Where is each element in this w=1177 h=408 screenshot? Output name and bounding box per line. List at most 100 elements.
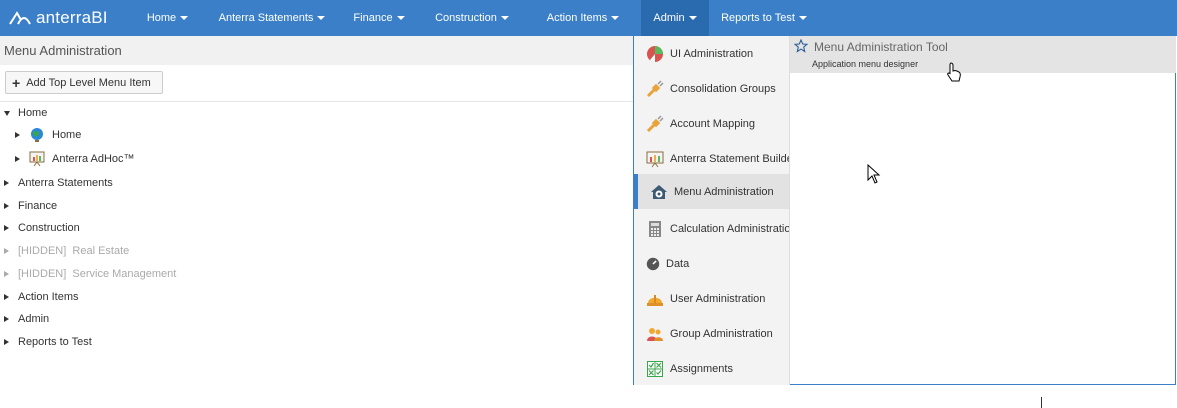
caret-down-icon	[688, 16, 697, 20]
calculator-icon	[649, 220, 661, 237]
top-navbar: anterraBI Home Anterra Statements Financ…	[0, 0, 1177, 36]
nav-finance[interactable]: Finance	[339, 0, 419, 36]
expand-triangle-right-icon[interactable]	[4, 339, 9, 345]
tree-node-label: [HIDDEN] Service Management	[18, 268, 177, 280]
assignment-grid-icon	[647, 360, 663, 377]
hand-pointer-cursor-icon	[947, 62, 961, 82]
tree-node-label: Home	[52, 129, 82, 141]
globe-icon	[31, 128, 43, 142]
expand-triangle-right-icon[interactable]	[4, 203, 9, 209]
caret-down-icon	[798, 16, 807, 20]
admin-menu-label: Assignments	[670, 362, 733, 375]
nav-finance-label: Finance	[353, 12, 393, 24]
admin-menu-data[interactable]: Data	[634, 246, 789, 281]
submenu-item-description: Application menu designer	[812, 59, 919, 69]
ui-admin-icon	[647, 45, 663, 62]
admin-menu-user-administration[interactable]: User Administration	[634, 281, 789, 316]
nav-action-items-label: Action Items	[546, 12, 608, 24]
tree-node-label: Finance	[18, 200, 58, 212]
tree-node-reports-to-test[interactable]: Reports to Test	[4, 332, 92, 352]
admin-menu-label: Account Mapping	[670, 117, 755, 130]
tree-node-label: Construction	[18, 222, 80, 234]
admin-menu-menu-administration[interactable]: Menu Administration	[634, 174, 789, 209]
nav-home-label: Home	[146, 12, 177, 24]
admin-menu-anterra-statement-builder[interactable]: Anterra Statement Builder	[634, 141, 789, 176]
tree-node-hidden-real-estate[interactable]: [HIDDEN] Real Estate	[4, 241, 129, 261]
tree-node-construction[interactable]: Construction	[4, 218, 80, 238]
tree-node-label: Anterra AdHoc™	[52, 153, 135, 165]
brand-logo[interactable]: anterraBI	[0, 0, 130, 36]
add-top-level-menu-item-button[interactable]: + Add Top Level Menu Item	[5, 71, 163, 94]
caret-down-icon	[317, 16, 326, 20]
expand-triangle-right-icon[interactable]	[15, 132, 20, 138]
anterra-logo-icon	[9, 11, 31, 25]
nav-anterra-statements-label: Anterra Statements	[218, 12, 314, 24]
admin-menu-account-mapping[interactable]: Account Mapping	[634, 106, 789, 141]
plus-icon: +	[12, 74, 21, 91]
expand-triangle-right-icon[interactable]	[4, 316, 9, 322]
admin-menu-label: Calculation Administration	[670, 222, 790, 235]
expand-triangle-right-icon[interactable]	[4, 294, 9, 300]
tree-node-finance[interactable]: Finance	[4, 196, 57, 216]
admin-menu-label: UI Administration	[670, 47, 754, 60]
expand-triangle-right-icon[interactable]	[4, 248, 9, 254]
tree-node-action-items[interactable]: Action Items	[4, 287, 79, 307]
tree-node-label: Action Items	[18, 291, 79, 303]
tree-node-admin[interactable]: Admin	[4, 309, 49, 329]
expand-triangle-right-icon[interactable]	[4, 180, 9, 186]
users-group-icon	[647, 327, 663, 341]
nav-action-items[interactable]: Action Items	[525, 0, 641, 36]
nav-admin[interactable]: Admin	[641, 0, 709, 36]
brand-name: anterraBI	[36, 8, 108, 27]
tree-node-label: Anterra Statements	[18, 177, 113, 189]
expand-triangle-down-icon[interactable]	[4, 110, 10, 116]
tree-node-hidden-service-management[interactable]: [HIDDEN] Service Management	[4, 264, 176, 284]
caret-down-icon	[396, 16, 405, 20]
tree-node-anterra-statements[interactable]: Anterra Statements	[4, 173, 113, 193]
tree-node-home-child[interactable]: Home	[15, 125, 81, 145]
admin-menu-label: Group Administration	[670, 327, 773, 340]
page-title: Menu Administration	[4, 43, 122, 58]
admin-submenu-panel: Menu Administration Tool Application men…	[790, 36, 1176, 385]
caret-down-icon	[500, 16, 509, 20]
page-header: Menu Administration	[0, 36, 633, 65]
caret-down-icon	[611, 16, 620, 20]
house-gear-icon	[651, 184, 667, 199]
admin-menu-label: Data	[666, 257, 690, 270]
hard-hat-icon	[647, 294, 663, 306]
plug-icon	[646, 79, 664, 97]
tree-node-anterra-adhoc[interactable]: Anterra AdHoc™	[15, 149, 135, 169]
tree-node-label: [HIDDEN] Real Estate	[18, 245, 130, 257]
presentation-board-icon	[646, 151, 664, 167]
submenu-item-menu-administration-tool[interactable]: Menu Administration Tool Application men…	[790, 36, 1176, 73]
add-button-label: Add Top Level Menu Item	[26, 76, 151, 89]
plug-icon	[646, 114, 664, 132]
submenu-item-title: Menu Administration Tool	[814, 40, 948, 54]
nav-construction[interactable]: Construction	[419, 0, 525, 36]
admin-menu-label: User Administration	[670, 292, 766, 305]
presentation-board-icon	[29, 151, 45, 167]
expand-triangle-right-icon[interactable]	[15, 156, 20, 162]
admin-menu-label: Menu Administration	[674, 185, 774, 198]
star-icon[interactable]	[794, 39, 808, 53]
tree-node-home[interactable]: Home	[4, 103, 47, 123]
admin-menu-group-administration[interactable]: Group Administration	[634, 316, 789, 351]
nav-admin-label: Admin	[653, 12, 685, 24]
admin-menu-assignments[interactable]: Assignments	[634, 351, 789, 385]
admin-menu-list: UI Administration Consolidation Groups A…	[634, 36, 790, 385]
expand-triangle-right-icon[interactable]	[4, 271, 9, 277]
dashboard-gauge-icon	[646, 257, 660, 270]
tree-node-label: Admin	[18, 313, 50, 325]
tree-node-label: Reports to Test	[18, 336, 92, 348]
expand-triangle-right-icon[interactable]	[4, 225, 9, 231]
nav-anterra-statements[interactable]: Anterra Statements	[205, 0, 339, 36]
nav-construction-label: Construction	[435, 12, 497, 24]
admin-menu-consolidation-groups[interactable]: Consolidation Groups	[634, 71, 789, 106]
nav-reports-to-test[interactable]: Reports to Test	[709, 0, 819, 36]
admin-menu-calculation-administration[interactable]: Calculation Administration	[634, 211, 789, 246]
nav-home[interactable]: Home	[130, 0, 205, 36]
admin-menu-ui-administration[interactable]: UI Administration	[634, 36, 789, 71]
admin-menu-label: Consolidation Groups	[670, 82, 776, 95]
nav-reports-to-test-label: Reports to Test	[721, 12, 795, 24]
admin-dropdown-menu: UI Administration Consolidation Groups A…	[633, 36, 1176, 385]
